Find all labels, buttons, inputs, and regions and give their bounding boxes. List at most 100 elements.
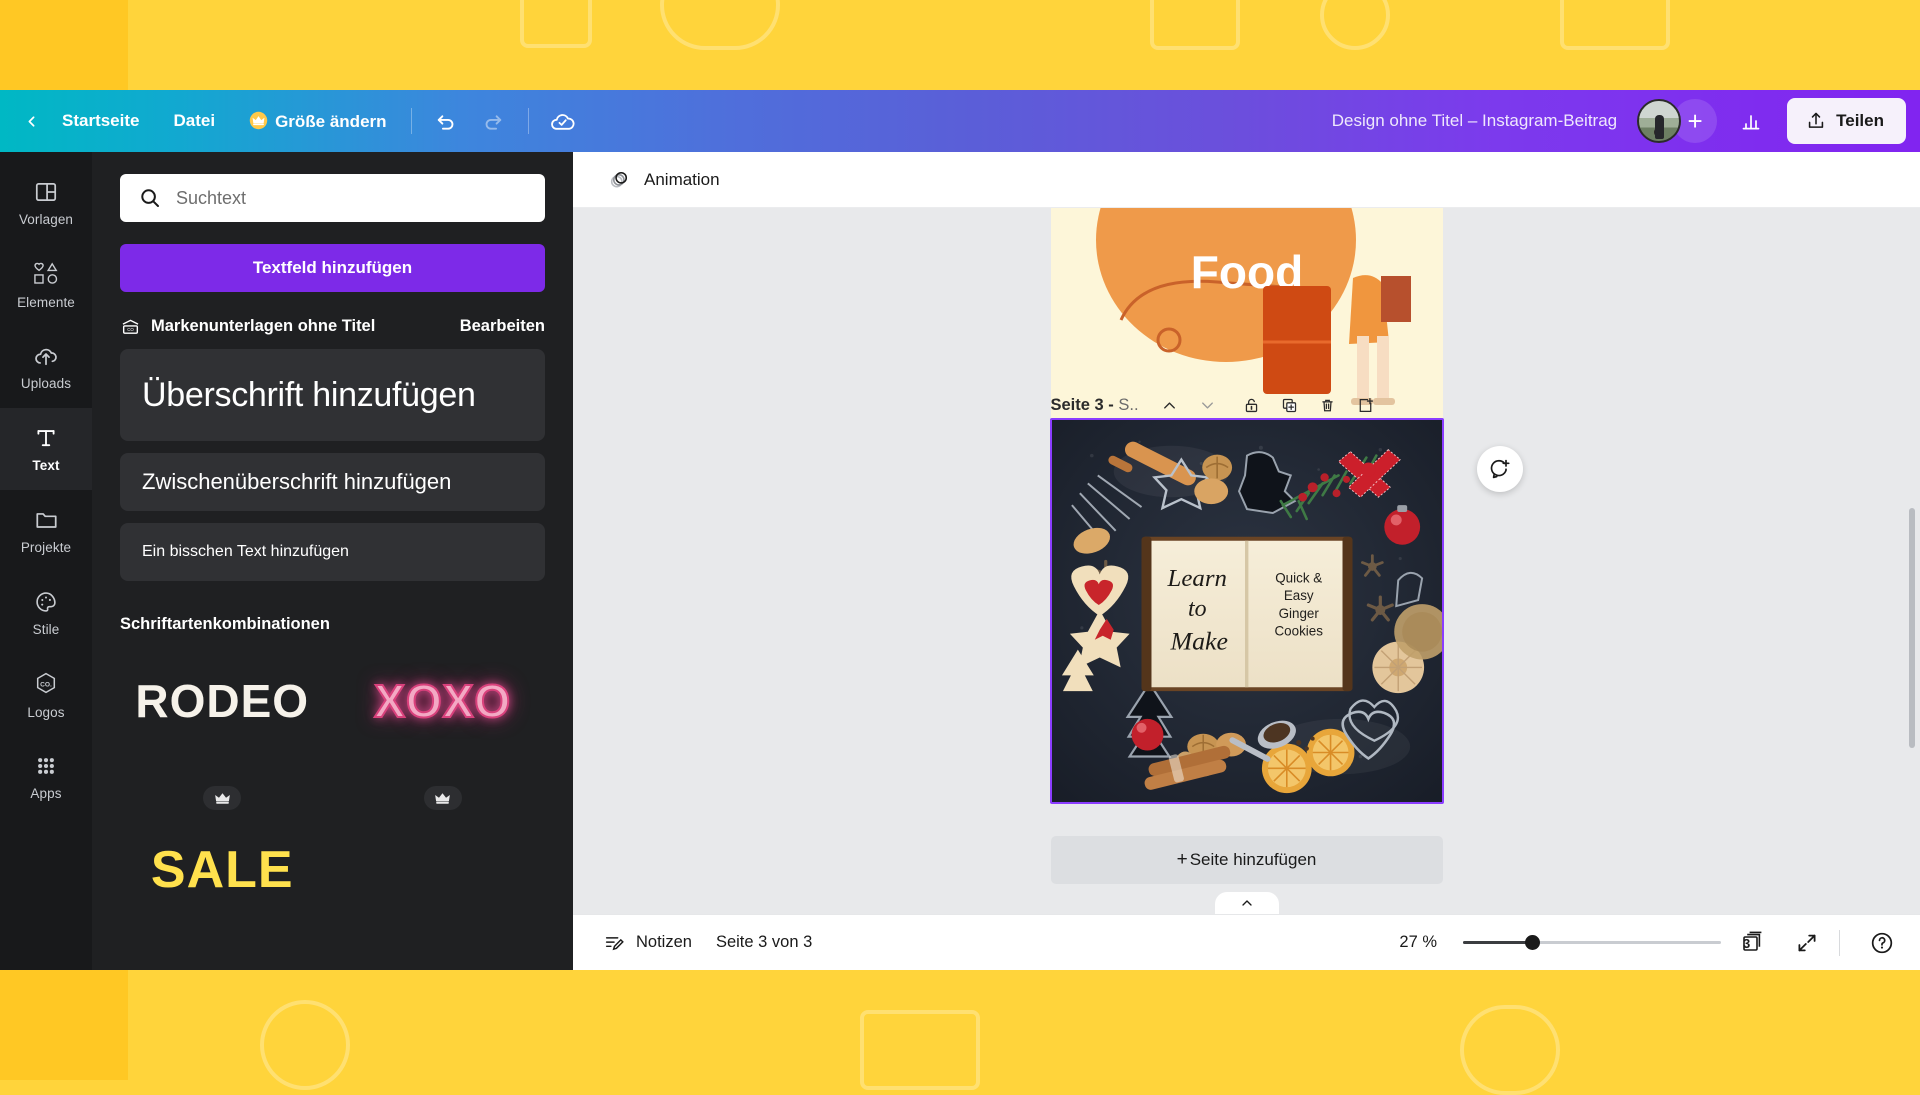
sidebar-item-label: Text [32,458,59,473]
header-divider [411,108,412,134]
font-combos-grid-row2: SALE [120,834,545,904]
canvas-scroll-area[interactable]: Food Seite 3 - S.. [573,208,1920,914]
delete-page-button[interactable] [1311,388,1345,422]
add-textbox-button[interactable]: Textfeld hinzufügen [120,244,545,292]
font-combo-word: RODEO [135,674,309,728]
undo-button[interactable] [425,100,467,142]
duplicate-page-button[interactable] [1273,388,1307,422]
resize-label: Größe ändern [275,112,386,131]
left-rail: Vorlagen Elemente Uploads Text Projekte … [0,152,92,970]
sidebar-item-apps[interactable]: Apps [0,736,92,818]
add-bodytext-card[interactable]: Ein bisschen Text hinzufügen [120,523,545,581]
font-combos-grid: RODEO XOXO [120,656,545,826]
pro-badge [424,786,462,810]
document-title[interactable]: Design ohne Titel – Instagram-Beitrag [1332,111,1625,131]
lock-page-button[interactable] [1235,388,1269,422]
backdrop-decoration [860,1010,980,1090]
sidebar-item-label: Vorlagen [19,212,73,227]
animation-circles-icon [607,167,632,192]
cloud-saved-icon [549,108,576,135]
app-body: Vorlagen Elemente Uploads Text Projekte … [0,152,1920,970]
redo-button[interactable] [473,100,515,142]
font-combo-word: XOXO [374,674,511,728]
search-box[interactable] [120,174,545,222]
svg-text:CO.: CO. [40,681,52,688]
sidebar-item-stile[interactable]: Stile [0,572,92,654]
backdrop-decoration [260,1000,350,1090]
text-panel: Textfeld hinzufügen CO Markenunterlagen … [92,152,573,970]
apps-grid-icon [33,753,59,779]
crown-icon [214,792,231,805]
resize-button[interactable]: Größe ändern [235,103,400,140]
avatar[interactable] [1637,99,1681,143]
page-manager-button[interactable]: 3 [1731,923,1775,963]
home-button[interactable]: Startseite [48,103,153,139]
search-input[interactable] [176,188,527,209]
sidebar-item-label: Projekte [21,540,71,555]
logo-hex-icon: CO. [32,670,60,698]
page-title[interactable]: Seite 3 - S.. [1051,396,1139,415]
fullscreen-button[interactable] [1785,923,1829,963]
add-page-button[interactable]: +Seite hinzufügen [1051,836,1443,884]
animation-label: Animation [644,170,720,190]
backdrop-decoration [520,0,592,48]
upload-cloud-icon [32,343,60,369]
help-question-icon [1869,930,1895,956]
animation-button[interactable]: Animation [595,161,732,198]
chevron-up-icon [1160,396,1179,415]
backdrop-decoration [1460,1005,1560,1095]
sidebar-item-label: Elemente [17,295,75,310]
crown-icon [434,792,451,805]
text-t-icon [33,425,59,451]
font-combo-card[interactable] [341,834,546,904]
zoom-slider-knob[interactable] [1525,935,1540,950]
add-comment-button[interactable] [1477,446,1523,492]
svg-text:Quick &: Quick & [1275,570,1322,585]
zoom-slider[interactable] [1463,933,1721,953]
page-title-truncated: S.. [1118,396,1138,414]
share-button[interactable]: Teilen [1787,98,1906,144]
svg-text:CO: CO [127,327,134,332]
stats-button[interactable] [1727,99,1775,143]
font-combo-card[interactable]: SALE [120,834,325,904]
font-combos-title: Schriftartenkombinationen [120,615,545,634]
sidebar-item-elemente[interactable]: Elemente [0,244,92,326]
notes-label: Notizen [636,933,692,952]
sidebar-item-vorlagen[interactable]: Vorlagen [0,162,92,244]
back-button[interactable] [14,104,48,138]
scroll-up-tab[interactable] [1215,892,1279,914]
move-page-down-button[interactable] [1191,388,1225,422]
font-combo-card[interactable]: RODEO [120,656,325,826]
brand-kit-edit-link[interactable]: Bearbeiten [460,317,545,336]
font-combo-card[interactable]: XOXO [341,656,546,826]
sidebar-item-projekte[interactable]: Projekte [0,490,92,572]
folder-icon [33,507,60,533]
add-bodytext-label: Ein bisschen Text hinzufügen [142,543,349,561]
svg-text:Ginger: Ginger [1278,606,1319,621]
sidebar-item-uploads[interactable]: Uploads [0,326,92,408]
cloud-saved-button[interactable] [542,100,584,142]
file-menu-button[interactable]: Datei [159,103,229,139]
chevron-left-icon [23,113,40,130]
add-subheading-card[interactable]: Zwischenüberschrift hinzufügen [120,453,545,511]
add-page-label: Seite hinzufügen [1190,850,1317,870]
sidebar-item-label: Apps [30,786,61,801]
page-3-canvas[interactable]: Learn to Make Quick & Easy Ginger Cookie… [1050,418,1444,804]
insert-page-button[interactable] [1349,388,1383,422]
move-page-up-button[interactable] [1153,388,1187,422]
add-heading-label: Überschrift hinzufügen [142,377,476,414]
font-combo-word: SALE [151,840,294,900]
add-heading-card[interactable]: Überschrift hinzufügen [120,349,545,441]
collaborators-group: + [1637,99,1717,143]
canvas-vertical-scrollbar[interactable] [1909,508,1915,748]
notes-button[interactable]: Notizen [589,925,706,961]
backdrop-decoration [1150,0,1240,50]
brand-kit-title: Markenunterlagen ohne Titel [151,317,450,336]
chevron-up-icon [1239,895,1255,911]
backdrop-decoration [1560,0,1670,50]
help-button[interactable] [1860,923,1904,963]
sidebar-item-text[interactable]: Text [0,408,92,490]
sidebar-item-logos[interactable]: CO. Logos [0,654,92,736]
svg-text:Make: Make [1169,627,1227,656]
sidebar-item-label: Stile [33,622,60,637]
